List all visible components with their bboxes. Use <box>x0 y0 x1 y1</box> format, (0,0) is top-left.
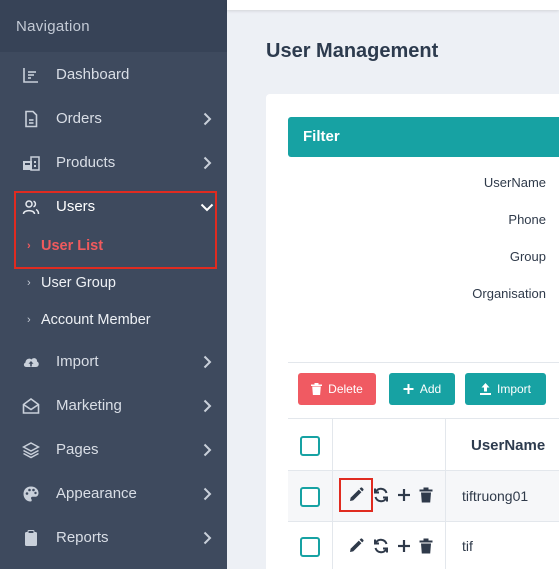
sidebar-header-stub: ⌃ <box>16 0 28 7</box>
sidebar: ⌃ Navigation Dashboard Orders Products U… <box>0 0 227 569</box>
divider <box>288 362 559 363</box>
delete-button[interactable]: Delete <box>298 373 376 405</box>
layers-icon <box>22 441 40 459</box>
table-column-divider <box>332 419 333 569</box>
sidebar-item-label: Pages <box>56 441 99 458</box>
chevron-right-icon <box>199 155 215 171</box>
sidebar-subitem-label: User Group <box>41 275 116 291</box>
sidebar-item-label: Marketing <box>56 397 122 414</box>
plus-icon <box>403 383 414 395</box>
sidebar-item-label: Users <box>56 198 96 215</box>
sidebar-item-label: Appearance <box>56 485 137 502</box>
chevron-right-icon <box>199 442 215 458</box>
clipboard-icon <box>22 529 40 547</box>
add-button-label: Add <box>419 382 442 396</box>
sidebar-item-products[interactable]: Products <box>0 141 227 185</box>
chevron-right-icon <box>199 398 215 414</box>
refresh-icon[interactable] <box>373 538 389 554</box>
sidebar-item-pages[interactable]: Pages <box>0 428 227 472</box>
sidebar-item-label: Dashboard <box>56 66 130 83</box>
row-checkbox[interactable] <box>300 537 320 557</box>
envelope-open-icon <box>22 397 40 415</box>
chevron-right-small-icon: › <box>27 314 31 326</box>
add-button[interactable]: Add <box>389 373 455 405</box>
sidebar-item-orders[interactable]: Orders <box>0 97 227 141</box>
filter-panel-header[interactable]: Filter <box>288 117 559 157</box>
sidebar-subitem-label: Account Member <box>41 312 151 328</box>
table-column-divider <box>445 419 446 569</box>
edit-pencil-icon[interactable] <box>348 487 364 503</box>
users-icon <box>22 198 40 216</box>
chevron-right-icon <box>199 530 215 546</box>
chevron-down-icon <box>199 199 215 215</box>
sidebar-item-label: Orders <box>56 110 102 127</box>
dashboard-icon <box>22 66 40 84</box>
palette-icon <box>22 485 40 503</box>
row-checkbox[interactable] <box>300 487 320 507</box>
sidebar-subitem-label: User List <box>41 238 104 254</box>
table-row-border <box>288 521 559 522</box>
table-top-border <box>288 418 559 419</box>
chevron-right-icon <box>199 111 215 127</box>
sidebar-item-reports[interactable]: Reports <box>0 516 227 560</box>
sidebar-header: ⌃ Navigation <box>0 0 227 52</box>
document-icon <box>22 110 40 128</box>
delete-button-label: Delete <box>328 382 363 396</box>
upload-icon <box>479 383 491 395</box>
sidebar-item-marketing[interactable]: Marketing <box>0 384 227 428</box>
sidebar-item-users[interactable]: Users <box>0 185 227 229</box>
sidebar-item-label: Reports <box>56 529 109 546</box>
cloud-upload-icon <box>22 353 40 371</box>
plus-icon[interactable] <box>396 487 412 503</box>
import-button[interactable]: Import <box>465 373 546 405</box>
trash-icon <box>311 383 323 395</box>
refresh-icon[interactable] <box>373 487 389 503</box>
chevron-right-icon <box>199 486 215 502</box>
sidebar-item-dashboard[interactable]: Dashboard <box>0 53 227 97</box>
top-bar <box>227 0 559 10</box>
sidebar-item-label: Products <box>56 154 116 171</box>
products-icon <box>22 154 40 172</box>
chevron-right-icon <box>199 354 215 370</box>
trash-icon[interactable] <box>418 538 434 554</box>
column-header-username: UserName <box>471 437 546 454</box>
filter-label-username: UserName <box>483 175 546 190</box>
filter-label-phone: Phone <box>508 212 546 227</box>
filter-label-group: Group <box>509 249 546 264</box>
page-title: User Management <box>266 40 439 62</box>
trash-icon[interactable] <box>418 487 434 503</box>
import-button-label: Import <box>496 382 531 396</box>
table-cell-username: tiftruong01 <box>462 488 529 504</box>
sidebar-subitem-user-group[interactable]: › User Group <box>0 269 227 299</box>
plus-icon[interactable] <box>396 538 412 554</box>
chevron-right-small-icon: › <box>27 240 31 252</box>
sidebar-subitem-user-list[interactable]: › User List <box>0 232 227 262</box>
select-all-checkbox[interactable] <box>300 436 320 456</box>
filter-title: Filter <box>303 128 340 145</box>
sidebar-item-label: Import <box>56 353 99 370</box>
sidebar-subitem-account-member[interactable]: › Account Member <box>0 306 227 336</box>
sidebar-heading: Navigation <box>16 18 90 35</box>
chevron-right-small-icon: › <box>27 277 31 289</box>
edit-pencil-icon[interactable] <box>348 538 364 554</box>
filter-label-organisation: Organisation <box>472 286 546 301</box>
table-cell-username: tif <box>462 538 473 554</box>
sidebar-item-import[interactable]: Import <box>0 340 227 384</box>
sidebar-item-appearance[interactable]: Appearance <box>0 472 227 516</box>
